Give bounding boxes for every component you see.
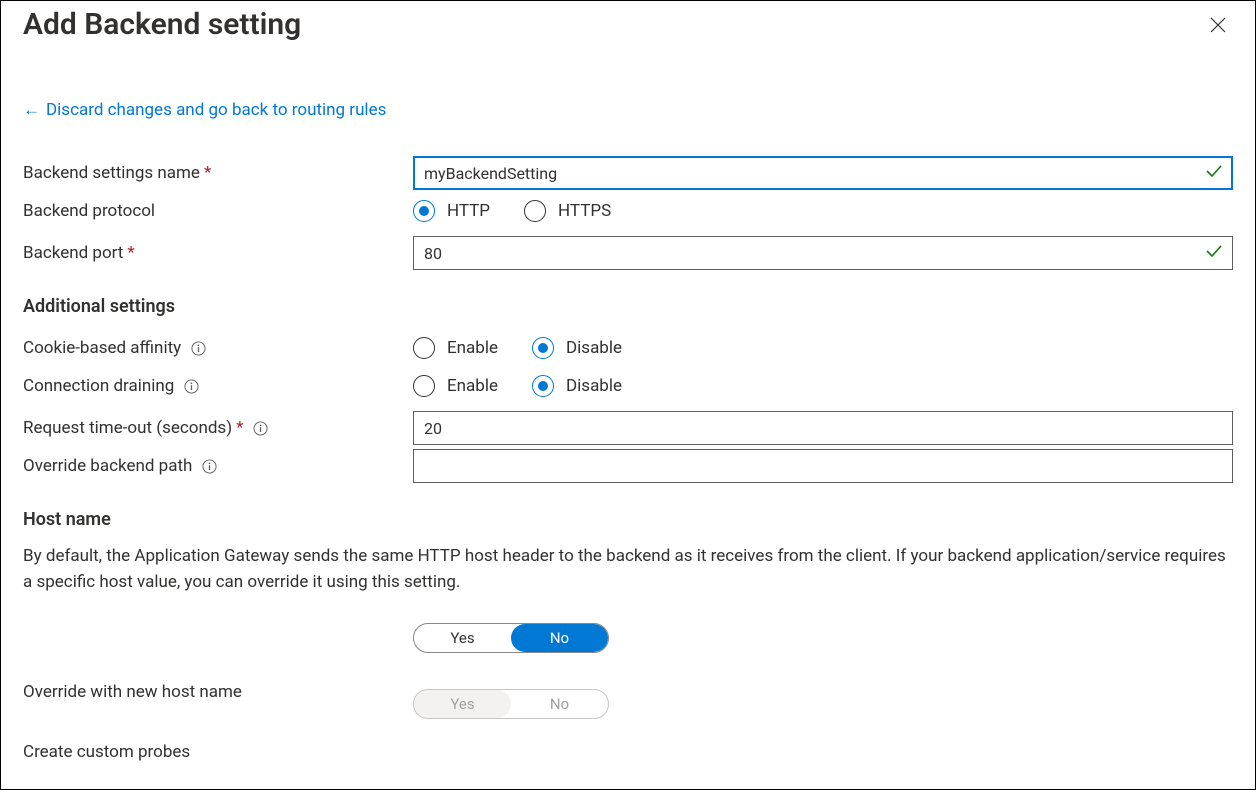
request-timeout-input[interactable] [413,411,1233,445]
info-icon[interactable] [202,459,217,474]
row-request-timeout: Request time-out (seconds)* [23,411,1233,445]
panel-header: Add Backend setting [23,1,1233,42]
draining-disable-radio[interactable]: Disable [532,375,622,397]
label-backend-settings-name: Backend settings name* [23,163,413,183]
override-host-yes[interactable]: Yes [414,624,511,652]
row-cookie-affinity: Cookie-based affinity Enable Disable [23,331,1233,365]
required-asterisk: * [236,418,243,438]
affinity-radio-group: Enable Disable [413,337,1233,359]
label-override-backend-path: Override backend path [23,456,413,476]
backend-settings-name-wrap [413,156,1233,190]
label-backend-port: Backend port* [23,243,413,263]
override-path-input[interactable] [413,449,1233,483]
label-override-new-host: Override with new host name [23,640,413,702]
valid-check-icon [1205,162,1223,184]
row-connection-draining: Connection draining Enable Disable [23,369,1233,403]
draining-radio-group: Enable Disable [413,375,1233,397]
back-link-label: Discard changes and go back to routing r… [46,100,386,120]
backend-port-input[interactable] [413,236,1233,270]
row-backend-settings-name: Backend settings name* [23,156,1233,190]
protocol-radio-group: HTTP HTTPS [413,200,1233,222]
panel-title: Add Backend setting [23,7,301,42]
discard-back-link[interactable]: ← Discard changes and go back to routing… [23,100,386,120]
protocol-https-radio[interactable]: HTTPS [524,200,611,222]
label-create-custom-probes: Create custom probes [23,742,413,762]
row-override-backend-path: Override backend path [23,449,1233,483]
host-name-description: By default, the Application Gateway send… [23,544,1233,595]
override-host-disabled-no: No [511,690,608,718]
additional-settings-heading: Additional settings [23,296,1233,317]
add-backend-setting-panel: Add Backend setting ← Discard changes an… [0,0,1256,790]
backend-settings-name-input[interactable] [413,156,1233,190]
protocol-http-radio[interactable]: HTTP [413,200,490,222]
label-connection-draining: Connection draining [23,376,413,396]
info-icon[interactable] [184,379,199,394]
draining-enable-radio[interactable]: Enable [413,375,498,397]
form: Backend settings name* Backend protocol … [23,156,1233,769]
row-backend-port: Backend port* [23,236,1233,270]
override-host-no[interactable]: No [511,624,608,652]
row-backend-protocol: Backend protocol HTTP HTTPS [23,194,1233,228]
affinity-enable-radio[interactable]: Enable [413,337,498,359]
close-icon [1210,17,1226,33]
affinity-disable-radio[interactable]: Disable [532,337,622,359]
override-host-disabled-yes: Yes [414,690,511,718]
arrow-left-icon: ← [23,100,40,120]
label-cookie-affinity: Cookie-based affinity [23,338,413,358]
required-asterisk: * [204,163,211,183]
row-override-new-host: Override with new host name Yes No Yes N… [23,623,1233,719]
request-timeout-wrap [413,411,1233,445]
host-name-heading: Host name [23,509,1233,530]
label-backend-protocol: Backend protocol [23,201,413,221]
row-create-custom-probes: Create custom probes [23,735,1233,769]
info-icon[interactable] [191,341,206,356]
info-icon[interactable] [253,421,268,436]
valid-check-icon [1205,242,1223,264]
override-host-toggle-disabled: Yes No [413,689,609,719]
close-button[interactable] [1203,10,1233,40]
override-path-wrap [413,449,1233,483]
label-request-timeout: Request time-out (seconds)* [23,418,413,438]
override-host-toggle: Yes No [413,623,609,653]
required-asterisk: * [127,243,134,263]
backend-port-wrap [413,236,1233,270]
